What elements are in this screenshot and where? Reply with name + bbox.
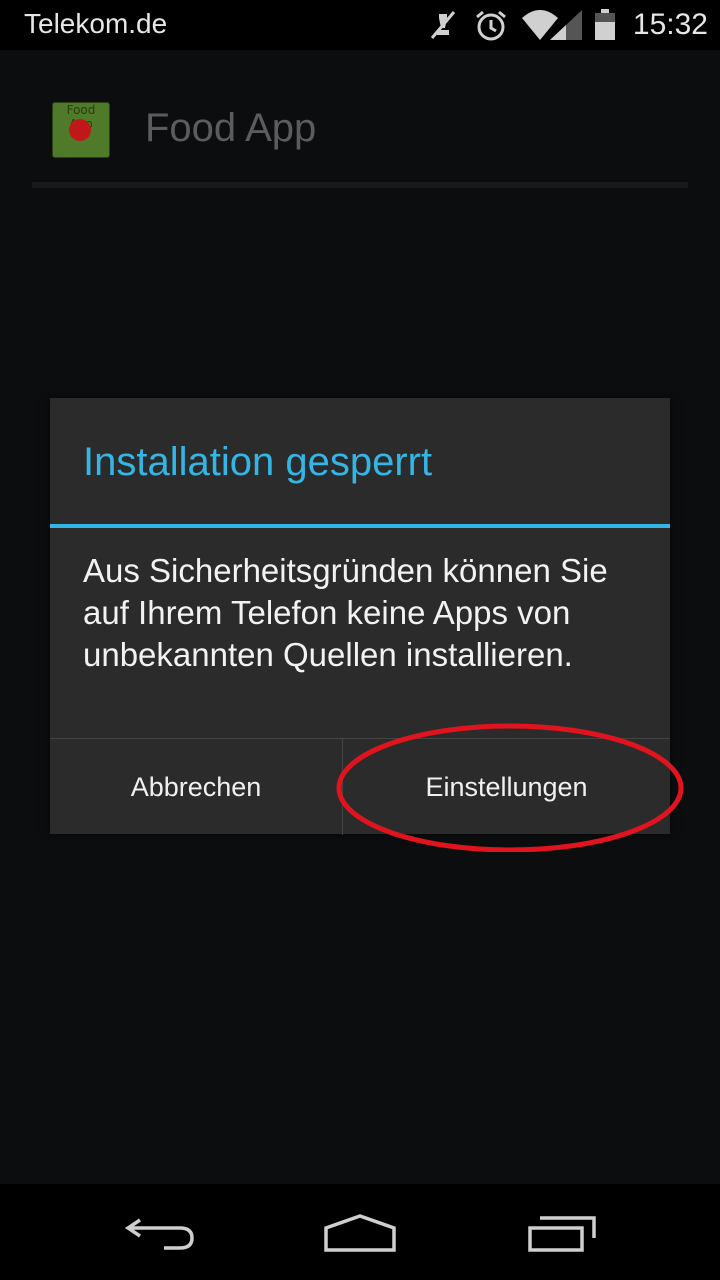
navigation-bar [0, 1184, 720, 1280]
red-highlight-circle [336, 723, 684, 852]
battery-icon [594, 8, 616, 46]
alarm-icon [474, 8, 508, 46]
dialog-title: Installation gesperrt [83, 440, 433, 484]
clock: 15:32 [632, 8, 708, 41]
action-bar: Food App Food App [0, 50, 720, 190]
signal-icon [548, 8, 584, 46]
app-title: Food App [145, 106, 317, 150]
dialog-title-divider [50, 524, 670, 528]
action-bar-divider [32, 182, 688, 188]
cancel-button[interactable]: Abbrechen [50, 739, 342, 835]
app-logo: Food App [52, 102, 110, 158]
recent-apps-icon[interactable] [526, 1212, 598, 1256]
apple-icon [69, 119, 91, 141]
dialog-message: Aus Sicherheitsgründen können Sie auf Ih… [83, 552, 608, 673]
back-icon[interactable] [124, 1212, 196, 1256]
status-bar: Telekom.de 15:32 [0, 0, 720, 50]
home-icon[interactable] [322, 1212, 398, 1256]
carrier-name: Telekom.de [24, 8, 168, 39]
muted-icon [428, 8, 458, 46]
